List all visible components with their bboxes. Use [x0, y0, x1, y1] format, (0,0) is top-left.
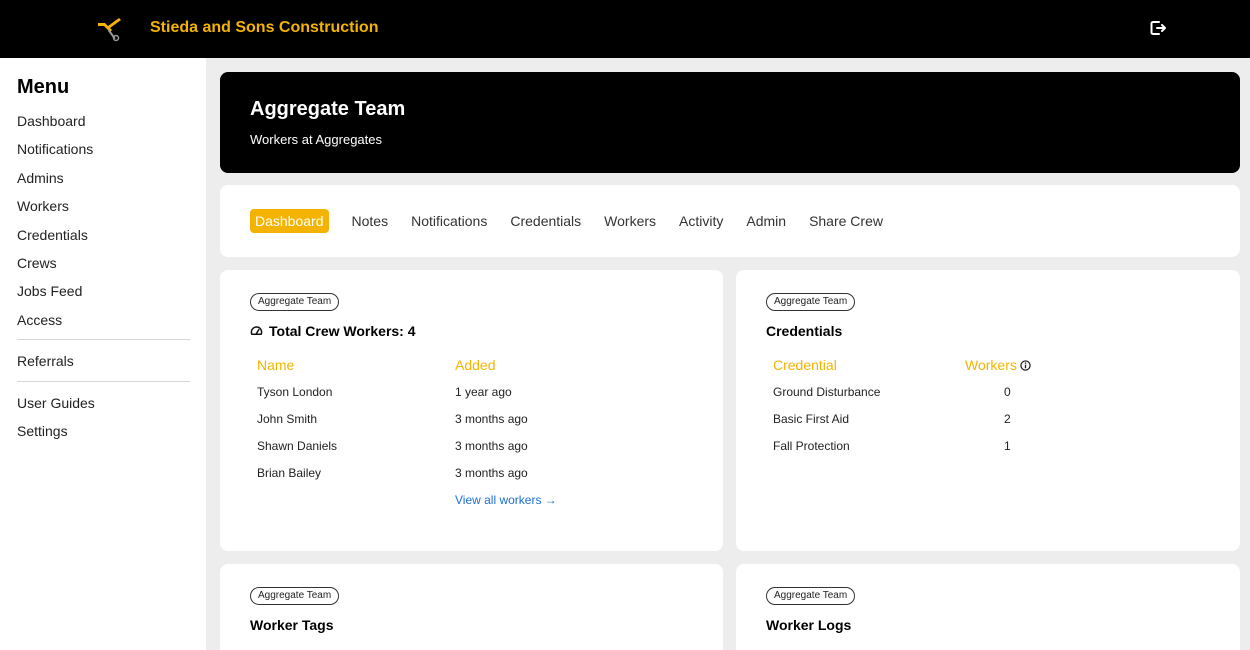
worker-tags-card: Aggregate Team Worker Tags — [220, 564, 723, 650]
team-badge: Aggregate Team — [250, 587, 340, 605]
credential-name[interactable]: Basic First Aid — [773, 412, 849, 426]
sidebar-nav: Dashboard Notifications Admins Workers C… — [17, 112, 190, 450]
sidebar-item-settings[interactable]: Settings — [17, 422, 190, 450]
team-badge: Aggregate Team — [250, 293, 340, 311]
credential-worker-count: 2 — [1004, 412, 1011, 426]
worker-name[interactable]: Shawn Daniels — [257, 439, 337, 453]
credential-worker-count: 1 — [1004, 439, 1011, 453]
worker-logs-card: Aggregate Team Worker Logs — [736, 564, 1240, 650]
tab-notifications[interactable]: Notifications — [411, 209, 487, 233]
tab-notes[interactable]: Notes — [352, 209, 389, 233]
sidebar-item-jobs-feed[interactable]: Jobs Feed — [17, 282, 190, 310]
sidebar-divider — [17, 380, 190, 382]
top-bar: Stieda and Sons Construction — [0, 0, 1250, 58]
card-title: Worker Logs — [766, 617, 852, 633]
wrench-and-hammer-icon[interactable] — [95, 14, 123, 42]
sidebar-item-notifications[interactable]: Notifications — [17, 140, 190, 168]
column-header-added: Added — [455, 357, 496, 373]
tab-credentials[interactable]: Credentials — [510, 209, 581, 233]
credential-worker-count: 0 — [1004, 385, 1011, 399]
card-title: Worker Tags — [250, 617, 334, 633]
team-badge: Aggregate Team — [766, 293, 856, 311]
credentials-card: Aggregate Team Credentials Credential Wo… — [736, 270, 1240, 551]
sidebar-item-credentials[interactable]: Credentials — [17, 226, 190, 254]
sidebar-item-workers[interactable]: Workers — [17, 197, 190, 225]
column-header-name: Name — [257, 357, 295, 373]
sidebar-item-crews[interactable]: Crews — [17, 254, 190, 282]
speedometer-icon — [250, 325, 263, 335]
worker-added: 1 year ago — [455, 385, 512, 399]
sidebar-divider — [17, 339, 190, 341]
credential-name[interactable]: Fall Protection — [773, 439, 850, 453]
total-crew-workers-label: Total Crew Workers: 4 — [269, 323, 416, 339]
logout-icon[interactable] — [1148, 18, 1168, 38]
sidebar-item-dashboard[interactable]: Dashboard — [17, 112, 190, 140]
sidebar-item-admins[interactable]: Admins — [17, 169, 190, 197]
tab-dashboard[interactable]: Dashboard — [250, 209, 329, 233]
crew-workers-card: Aggregate Team Total Crew Workers: 4 Nam… — [220, 270, 723, 551]
page-title: Aggregate Team — [250, 98, 406, 120]
sidebar: Menu Dashboard Notifications Admins Work… — [0, 58, 206, 650]
menu-title: Menu — [17, 76, 70, 98]
tab-share-crew[interactable]: Share Crew — [809, 209, 883, 233]
column-header-workers: Workers — [965, 357, 1031, 373]
column-header-credential: Credential — [773, 357, 837, 373]
worker-name[interactable]: Tyson London — [257, 385, 332, 399]
card-title: Total Crew Workers: 4 — [250, 323, 416, 339]
page-subtitle: Workers at Aggregates — [250, 132, 382, 147]
tab-workers[interactable]: Workers — [604, 209, 656, 233]
tab-activity[interactable]: Activity — [679, 209, 723, 233]
worker-name[interactable]: Brian Bailey — [257, 466, 321, 480]
sidebar-item-user-guides[interactable]: User Guides — [17, 394, 190, 422]
credential-name[interactable]: Ground Disturbance — [773, 385, 880, 399]
sidebar-item-access[interactable]: Access — [17, 311, 190, 339]
info-icon[interactable] — [1020, 360, 1031, 371]
team-header-banner: Aggregate Team Workers at Aggregates — [220, 72, 1240, 173]
worker-added: 3 months ago — [455, 439, 528, 453]
worker-added: 3 months ago — [455, 412, 528, 426]
worker-name[interactable]: John Smith — [257, 412, 317, 426]
view-all-workers-link[interactable]: View all workers → — [455, 493, 557, 507]
tab-admin[interactable]: Admin — [746, 209, 786, 233]
card-title: Credentials — [766, 323, 843, 339]
workers-header-label: Workers — [965, 357, 1017, 373]
sidebar-item-referrals[interactable]: Referrals — [17, 352, 190, 380]
worker-added: 3 months ago — [455, 466, 528, 480]
team-badge: Aggregate Team — [766, 587, 856, 605]
tab-bar: Dashboard Notes Notifications Credential… — [220, 185, 1240, 257]
brand-name[interactable]: Stieda and Sons Construction — [150, 19, 378, 37]
